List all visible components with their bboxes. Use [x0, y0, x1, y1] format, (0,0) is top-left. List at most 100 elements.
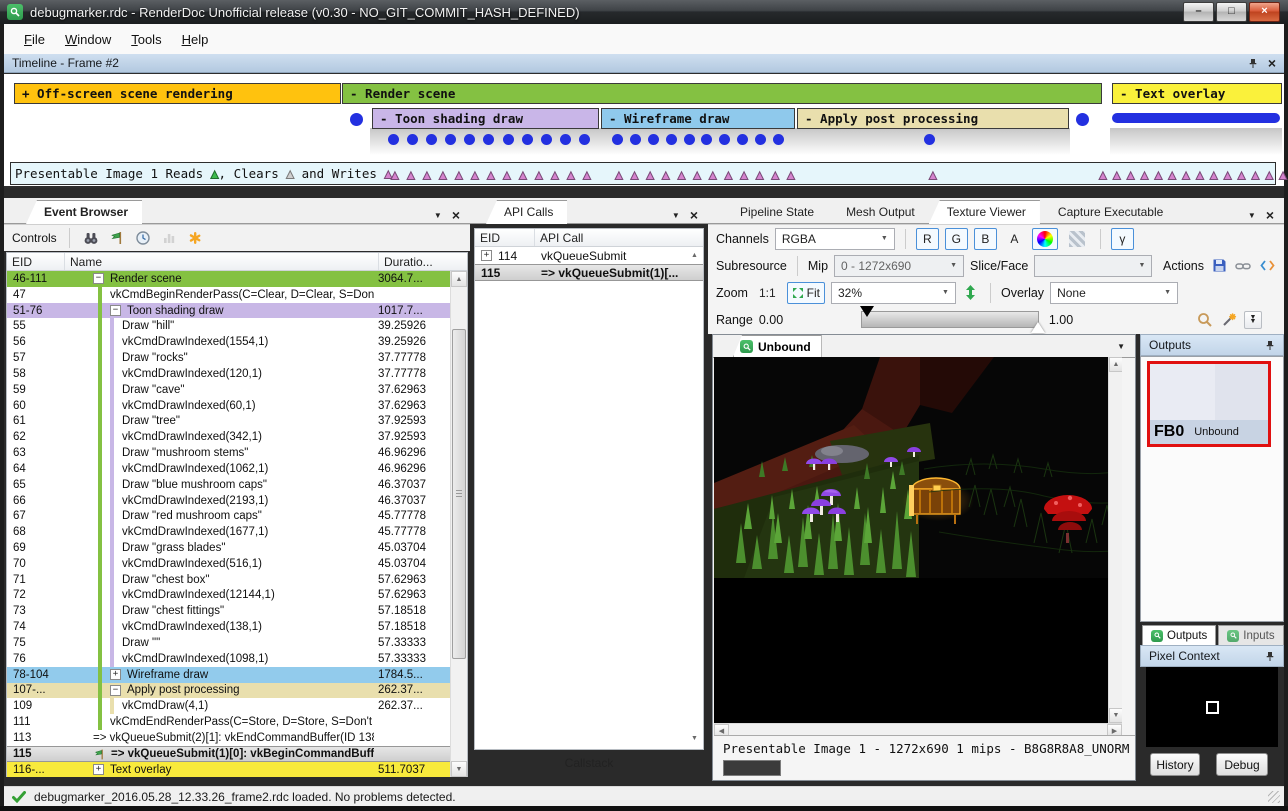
bookmark-flag-icon[interactable] — [108, 229, 126, 247]
channels-select[interactable]: RGBA▼ — [775, 228, 895, 250]
write-usage-triangle[interactable]: ▲ — [709, 171, 717, 184]
range-min-value[interactable]: 0.00 — [759, 313, 819, 327]
menu-tools[interactable]: Tools — [121, 28, 171, 51]
timeline-marker-postproc[interactable]: - Apply post processing — [797, 108, 1069, 129]
write-usage-triangle[interactable]: ▲ — [455, 171, 463, 184]
timeline-marker-offscreen[interactable]: + Off-screen scene rendering — [14, 83, 341, 104]
write-usage-triangle[interactable]: ▲ — [646, 171, 654, 184]
event-row[interactable]: 109vkCmdDraw(4,1)262.37... — [7, 698, 450, 714]
slice-face-select[interactable]: ▼ — [1034, 255, 1152, 277]
draw-event-dot[interactable] — [684, 134, 695, 145]
write-usage-triangle[interactable]: ▲ — [471, 171, 479, 184]
pin-icon[interactable] — [1265, 651, 1275, 662]
draw-event-dot[interactable] — [737, 134, 748, 145]
scrollbar-thumb[interactable] — [452, 329, 466, 659]
scroll-up-icon[interactable]: ▲ — [688, 249, 701, 262]
event-dot[interactable] — [1076, 113, 1089, 126]
output-thumbnail-fb0[interactable]: FB0 Unbound — [1147, 361, 1271, 447]
write-usage-triangle[interactable]: ▲ — [519, 171, 527, 184]
save-icon[interactable] — [1210, 257, 1228, 275]
colorwheel-toggle[interactable] — [1032, 228, 1058, 250]
tab-pipeline-state[interactable]: Pipeline State — [722, 200, 828, 224]
overlay-select[interactable]: None▼ — [1050, 282, 1178, 304]
history-button[interactable]: History — [1150, 753, 1200, 776]
write-usage-triangle[interactable]: ▲ — [1210, 171, 1218, 184]
scroll-up-icon[interactable]: ▲ — [1109, 357, 1122, 372]
draw-event-dot[interactable] — [648, 134, 659, 145]
text-overlay-events-pill[interactable] — [1112, 113, 1280, 123]
write-usage-triangle[interactable]: ▲ — [1127, 171, 1135, 184]
column-name[interactable]: Name — [65, 253, 379, 270]
event-dot[interactable] — [350, 113, 363, 126]
zoom-1-1-button[interactable]: 1:1 — [754, 282, 781, 304]
write-usage-triangle[interactable]: ▲ — [391, 171, 399, 184]
timeline-panel[interactable]: + Off-screen scene rendering - Render sc… — [4, 73, 1284, 188]
texture-viewport[interactable]: ▲ ▼ — [714, 357, 1122, 723]
tab-event-browser[interactable]: Event Browser — [26, 200, 142, 224]
gamma-button[interactable]: γ — [1111, 228, 1134, 250]
collapse-toggle-icon[interactable]: − — [110, 685, 121, 696]
api-call-row[interactable]: 115=> vkQueueSubmit(1)[... — [475, 264, 703, 281]
close-icon[interactable]: × — [1268, 58, 1276, 68]
event-row[interactable]: 113=> vkQueueSubmit(2)[1]: vkEndCommandB… — [7, 730, 450, 746]
custom-action-icon[interactable] — [186, 229, 204, 247]
column-duration[interactable]: Duratio... — [379, 253, 467, 270]
write-usage-triangle[interactable]: ▲ — [771, 171, 779, 184]
event-row[interactable]: 107-...−Apply post processing262.37... — [7, 683, 450, 699]
channel-green-button[interactable]: G — [945, 228, 968, 250]
write-usage-triangle[interactable]: ▲ — [1196, 171, 1204, 184]
range-white-handle-icon[interactable] — [1031, 322, 1045, 333]
draw-event-dot[interactable] — [426, 134, 437, 145]
open-in-code-icon[interactable] — [1258, 257, 1276, 275]
close-icon[interactable]: × — [1266, 210, 1274, 220]
collapse-toggle-icon[interactable]: − — [110, 305, 121, 316]
draw-event-dot[interactable] — [445, 134, 456, 145]
maximize-button[interactable]: □ — [1216, 2, 1247, 22]
event-row[interactable]: 115=> vkQueueSubmit(1)[0]: vkBeginComman… — [7, 746, 450, 762]
event-row[interactable]: 71Draw "chest box"57.62963 — [7, 572, 450, 588]
write-usage-triangle[interactable]: ▲ — [1168, 171, 1176, 184]
flip-vertical-icon[interactable] — [962, 284, 980, 302]
zoom-fit-button[interactable]: Fit — [787, 282, 825, 304]
event-row[interactable]: 111vkCmdEndRenderPass(C=Store, D=Store, … — [7, 714, 450, 730]
write-usage-triangle[interactable]: ▲ — [631, 171, 639, 184]
write-usage-triangle[interactable]: ▲ — [724, 171, 732, 184]
event-row[interactable]: 63Draw "mushroom stems"46.96296 — [7, 445, 450, 461]
collapse-toggle-icon[interactable]: − — [93, 273, 104, 284]
expand-toggle-icon[interactable]: + — [110, 669, 121, 680]
column-api-call[interactable]: API Call — [535, 229, 703, 246]
menu-window[interactable]: Window — [55, 28, 121, 51]
write-usage-triangle[interactable]: ▲ — [1141, 171, 1149, 184]
range-max-value[interactable]: 1.00 — [1045, 313, 1095, 327]
write-usage-triangle[interactable]: ▲ — [1251, 171, 1259, 184]
event-row[interactable]: 51-76−Toon shading draw1017.7... — [7, 303, 450, 319]
draw-event-dot[interactable] — [503, 134, 514, 145]
event-row[interactable]: 55Draw "hill"39.25926 — [7, 318, 450, 334]
event-row[interactable]: 74vkCmdDrawIndexed(138,1)57.18518 — [7, 619, 450, 635]
pixel-context-view[interactable] — [1146, 667, 1278, 747]
expand-toggle-icon[interactable]: + — [481, 250, 492, 261]
tab-api-calls[interactable]: API Calls — [486, 200, 567, 224]
timeline-marker-render-scene[interactable]: - Render scene — [342, 83, 1102, 104]
tab-unbound[interactable]: Unbound — [733, 335, 822, 357]
write-usage-triangle[interactable]: ▲ — [693, 171, 701, 184]
event-row[interactable]: 59Draw "cave"37.62963 — [7, 382, 450, 398]
draw-event-dot[interactable] — [666, 134, 677, 145]
tab-outputs[interactable]: Outputs — [1142, 625, 1216, 645]
write-usage-triangle[interactable]: ▲ — [929, 171, 937, 184]
channel-alpha-button[interactable]: A — [1003, 228, 1026, 250]
draw-event-dot[interactable] — [701, 134, 712, 145]
write-usage-triangle[interactable]: ▲ — [551, 171, 559, 184]
draw-dots-wireframe[interactable] — [612, 134, 784, 145]
find-icon[interactable] — [82, 229, 100, 247]
event-browser-header[interactable]: EID Name Duratio... — [7, 253, 467, 271]
draw-event-dot[interactable] — [560, 134, 571, 145]
write-usage-triangle[interactable]: ▲ — [1279, 171, 1287, 184]
write-usage-triangle[interactable]: ▲ — [1113, 171, 1121, 184]
event-row[interactable]: 62vkCmdDrawIndexed(342,1)37.92593 — [7, 429, 450, 445]
close-icon[interactable]: × — [452, 210, 460, 220]
event-row[interactable]: 75Draw ""57.33333 — [7, 635, 450, 651]
scroll-down-icon[interactable]: ▼ — [1109, 708, 1122, 723]
minimize-button[interactable]: – — [1183, 2, 1214, 22]
resource-usage-strip[interactable]: Presentable Image 1 Reads ▲, Clears ▲ an… — [10, 162, 1276, 185]
